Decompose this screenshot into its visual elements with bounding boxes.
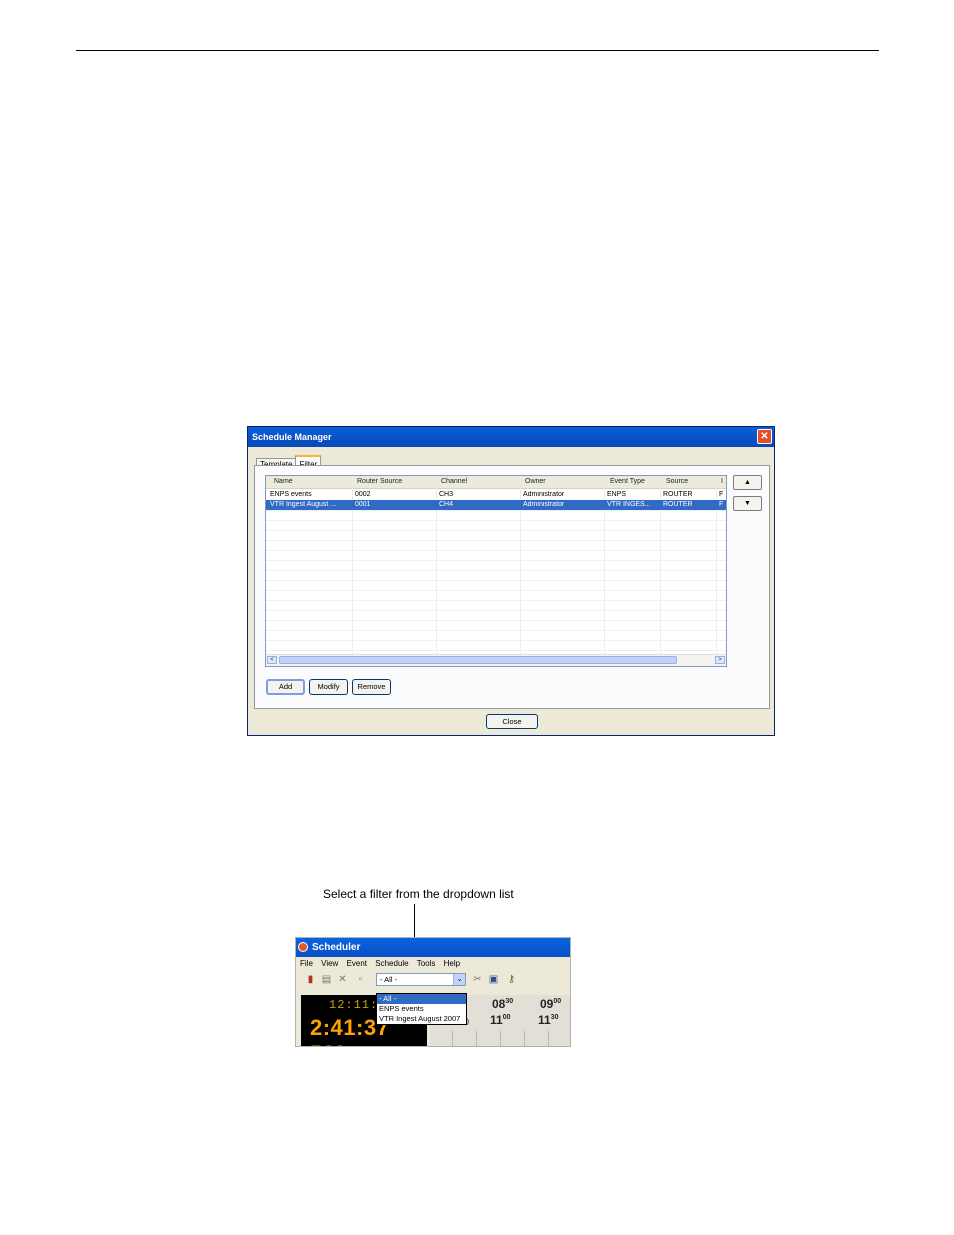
menu-file[interactable]: File [300,959,313,968]
dropdown-option[interactable]: VTR Ingest August 2007 [377,1014,466,1024]
scroll-thumb[interactable] [279,656,677,664]
col-channel[interactable]: Channel [441,478,467,485]
tab-strip: TemplateFilter [256,452,322,470]
cell-event-type: VTR INGES... [607,501,651,508]
filter-dropdown-value: - All - [380,975,398,984]
menu-tools[interactable]: Tools [417,959,436,968]
table-row-divider [266,640,726,641]
table-row[interactable]: ENPS events 0002 CH3 Administrator ENPS … [266,490,726,500]
delete-doc-icon[interactable]: ▮ [305,974,316,985]
table-header: Name Router Source Channel Owner Event T… [266,476,726,489]
menu-help[interactable]: Help [444,959,460,968]
col-owner[interactable]: Owner [525,478,546,485]
cell-owner: Administrator [523,501,565,508]
close-icon[interactable]: ✕ [757,429,772,444]
timeline-tick [476,1031,477,1046]
scheduler-title: Scheduler [312,942,361,953]
table-row-divider [266,600,726,601]
menu-view[interactable]: View [321,959,338,968]
cut-icon[interactable]: ✕ [337,974,348,985]
page-header-rule [76,50,879,51]
move-down-button[interactable]: ▼ [733,496,762,511]
timeline-tick [524,1031,525,1046]
table-row-divider [266,540,726,541]
scheduler-titlebar: Scheduler [296,938,570,957]
filter-dropdown-list: - All - ENPS events VTR Ingest August 20… [376,993,467,1025]
add-button[interactable]: Add [266,679,305,695]
filter-dropdown[interactable]: - All - ⌄ [376,973,466,986]
timeline-tick [548,1031,549,1046]
menu-event[interactable]: Event [347,959,367,968]
timeline-label: 1130 [538,1013,559,1027]
scheduler-logo-icon [298,942,308,952]
dialog-titlebar: Schedule Manager ✕ [248,427,774,447]
callout-caption: Select a filter from the dropdown list [323,887,514,901]
cell-event-type: ENPS [607,491,627,498]
table-row-divider [266,510,726,511]
key-icon[interactable]: ⚷ [506,974,517,985]
col-event-type[interactable]: Event Type [610,478,645,485]
dropdown-option[interactable]: - All - [377,994,466,1004]
scroll-right-icon[interactable]: > [715,656,725,664]
table-row-divider [266,650,726,651]
cell-owner: Administrator [523,491,565,498]
toolbar: ▮ ▤ ✕ ▫ - All - ⌄ ✂ ▣ ⚷ [296,971,570,989]
remove-button[interactable]: Remove [352,679,391,695]
cell-channel: CH4 [439,501,454,508]
table-row-divider [266,570,726,571]
table-row-divider [266,550,726,551]
col-source[interactable]: Source [666,478,688,485]
col-router-source[interactable]: Router Source [357,478,402,485]
chevron-down-icon[interactable]: ⌄ [453,974,465,985]
timeline-label: 0900 [540,997,562,1011]
col-name[interactable]: Name [274,478,293,485]
schedule-manager-dialog: Schedule Manager ✕ TemplateFilter Name R… [247,426,775,736]
table-row-divider [266,520,726,521]
arrow-up-icon: ▲ [744,479,751,486]
table-row-divider [266,590,726,591]
timeline-label: 1100 [490,1013,511,1027]
table-row-divider [266,610,726,611]
table-row-divider [266,630,726,631]
cell-name: VTR Ingest August ... [270,501,337,508]
move-up-button[interactable]: ▲ [733,475,762,490]
table-row-divider [266,580,726,581]
monitor-icon[interactable]: ▣ [488,974,499,985]
menu-schedule[interactable]: Schedule [375,959,408,968]
scroll-left-icon[interactable]: < [267,656,277,664]
cell-source: ROUTER [663,491,693,498]
col-extra[interactable]: I [721,478,723,485]
arrow-down-icon: ▼ [744,500,751,507]
cell-name: ENPS events [270,491,312,498]
table-row-divider [266,530,726,531]
timeline-tick [500,1031,501,1046]
scheduler-window: Scheduler File View Event Schedule Tools… [295,937,571,1047]
edit-doc-icon[interactable]: ▤ [321,974,332,985]
cell-router-source: 0001 [355,501,371,508]
horizontal-scrollbar[interactable]: < > [266,654,726,666]
table-row-divider [266,560,726,561]
filter-table: Name Router Source Channel Owner Event T… [265,475,727,667]
timeline-label: 0830 [492,997,514,1011]
cell-source: ROUTER [663,501,693,508]
dropdown-option[interactable]: ENPS events [377,1004,466,1014]
close-button[interactable]: Close [486,714,538,729]
timeline-tick [452,1031,453,1046]
cell-router-source: 0002 [355,491,371,498]
filter-panel: Name Router Source Channel Owner Event T… [254,465,770,709]
dialog-title: Schedule Manager [252,432,332,442]
cell-channel: CH3 [439,491,454,498]
properties-icon[interactable]: ▫ [355,974,366,985]
cell-extra: F [719,491,724,498]
cell-extra: F [719,501,724,508]
menu-bar: File View Event Schedule Tools Help [296,957,570,971]
scissors-icon[interactable]: ✂ [472,974,483,985]
table-row-selected[interactable]: VTR Ingest August ... 0001 CH4 Administr… [266,500,726,510]
modify-button[interactable]: Modify [309,679,348,695]
table-row-divider [266,620,726,621]
